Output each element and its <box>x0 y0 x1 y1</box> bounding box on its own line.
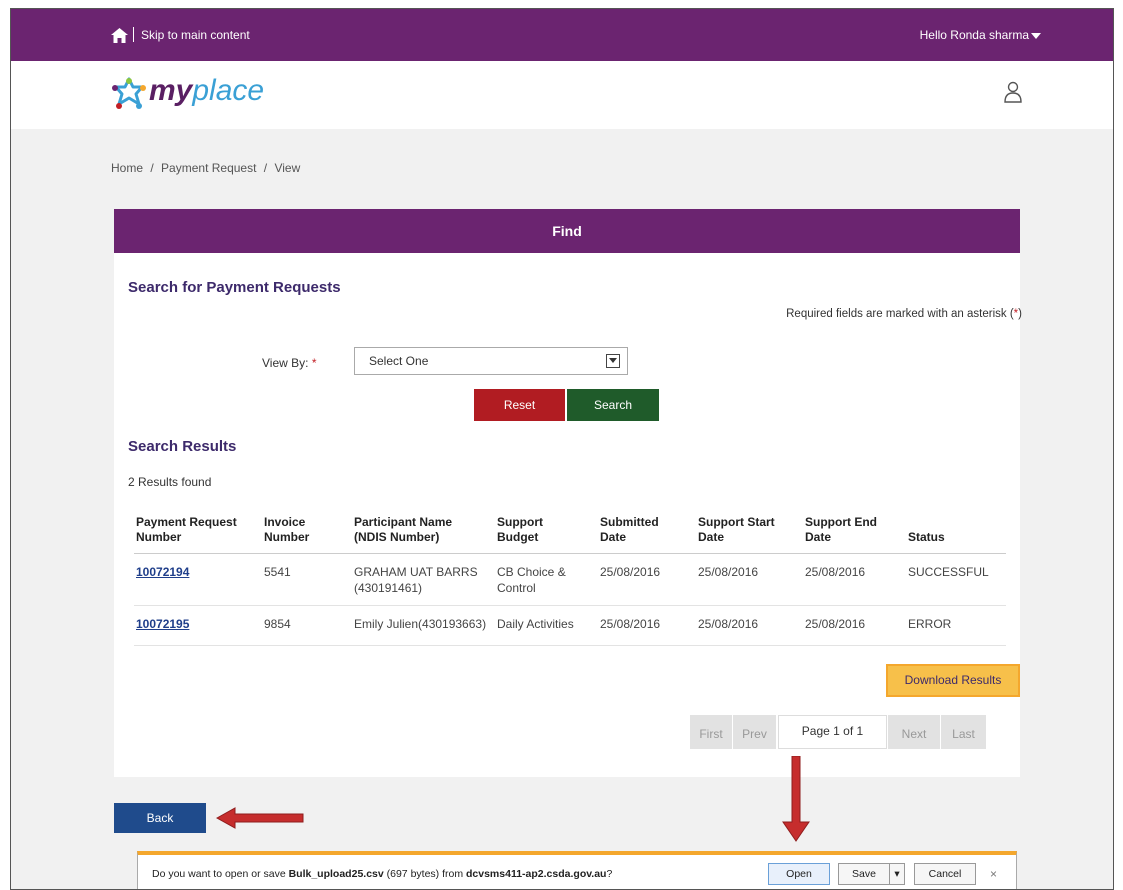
table-header-row: Payment Request Number Invoice Number Part… <box>134 511 1006 554</box>
myplace-logo[interactable]: myplace <box>149 74 264 108</box>
participant-cell: GRAHAM UAT BARRS (430191461) <box>352 553 495 606</box>
divider <box>133 27 134 42</box>
column-header[interactable]: Support End Date <box>803 511 906 554</box>
view-by-asterisk: * <box>311 356 317 370</box>
status-cell: ERROR <box>906 605 1006 646</box>
download-results-button[interactable]: Download Results <box>886 664 1020 697</box>
user-greeting-menu[interactable]: Hello Ronda sharma <box>920 28 1029 42</box>
required-fields-note: Required fields are marked with an aster… <box>786 308 1022 320</box>
back-button[interactable]: Back <box>114 803 206 833</box>
page-indicator: Page 1 of 1 <box>778 715 887 749</box>
prev-page-button[interactable]: Prev <box>733 715 776 749</box>
start-date-cell: 25/08/2016 <box>696 553 803 606</box>
cancel-button[interactable]: Cancel <box>914 863 976 885</box>
participant-cell: Emily Julien(430193663) <box>352 605 495 646</box>
download-host: dcvsms411-ap2.csda.gov.au <box>466 868 607 880</box>
breadcrumb-separator: / <box>150 161 154 175</box>
breadcrumb-home[interactable]: Home <box>111 161 143 175</box>
home-icon[interactable] <box>111 28 128 43</box>
column-header[interactable]: Support Budget <box>495 511 598 554</box>
view-by-label: View By: * <box>262 356 316 370</box>
save-options-chevron-down-icon[interactable]: ▾ <box>889 863 905 885</box>
budget-cell: Daily Activities <box>495 605 598 646</box>
logo-place: place <box>192 74 265 107</box>
table-row: 10072194 5541 GRAHAM UAT BARRS (430191461… <box>134 553 1006 606</box>
end-date-cell: 25/08/2016 <box>803 605 906 646</box>
download-notification-bar: Do you want to open or save Bulk_upload2… <box>137 851 1017 889</box>
site-header: myplace <box>11 61 1113 129</box>
top-bar: Skip to main content Hello Ronda sharma <box>11 9 1113 61</box>
column-header[interactable]: Invoice Number <box>262 511 352 554</box>
results-table: Payment Request Number Invoice Number Part… <box>134 511 1006 646</box>
chevron-down-icon[interactable] <box>606 354 620 368</box>
required-close: ) <box>1018 308 1022 320</box>
budget-cell: CB Choice & Control <box>495 553 598 606</box>
close-icon[interactable]: × <box>990 867 997 881</box>
start-date-cell: 25/08/2016 <box>696 605 803 646</box>
reset-button[interactable]: Reset <box>474 389 565 421</box>
submitted-cell: 25/08/2016 <box>598 605 696 646</box>
user-profile-icon[interactable] <box>1003 81 1023 103</box>
view-by-text: View By: <box>262 356 309 370</box>
skip-link[interactable]: Skip to main content <box>141 28 250 42</box>
download-prompt-message: Do you want to open or save Bulk_upload2… <box>152 868 613 880</box>
first-page-button[interactable]: First <box>690 715 732 749</box>
logo-my: my <box>149 74 193 107</box>
column-header[interactable]: Status <box>906 511 1006 554</box>
breadcrumb: Home / Payment Request / View <box>111 161 304 175</box>
status-cell: SUCCESSFUL <box>906 553 1006 606</box>
find-header: Find <box>114 209 1020 253</box>
next-page-button[interactable]: Next <box>888 715 940 749</box>
download-filename: Bulk_upload25.csv <box>288 868 384 880</box>
results-count: 2 Results found <box>128 475 212 489</box>
view-by-select[interactable]: Select One <box>354 347 628 375</box>
column-header[interactable]: Submitted Date <box>598 511 696 554</box>
required-text: Required fields are marked with an aster… <box>786 308 1014 320</box>
breadcrumb-payment-request[interactable]: Payment Request <box>161 161 256 175</box>
down-arrow-annotation <box>782 756 810 842</box>
find-panel: Find Search for Payment Requests Require… <box>114 209 1022 777</box>
breadcrumb-view: View <box>274 161 301 175</box>
column-header[interactable]: Participant Name (NDIS Number) <box>352 511 495 554</box>
end-date-cell: 25/08/2016 <box>803 553 906 606</box>
search-button[interactable]: Search <box>567 389 659 421</box>
search-section-title: Search for Payment Requests <box>128 279 341 296</box>
submitted-cell: 25/08/2016 <box>598 553 696 606</box>
payment-request-link[interactable]: 10072194 <box>136 565 189 579</box>
payment-request-link[interactable]: 10072195 <box>136 617 189 631</box>
last-page-button[interactable]: Last <box>941 715 986 749</box>
browser-frame: Skip to main content Hello Ronda sharma … <box>10 8 1114 890</box>
chevron-down-icon[interactable] <box>1031 33 1041 39</box>
search-results-title: Search Results <box>128 438 237 455</box>
myplace-logo-icon[interactable] <box>111 77 147 111</box>
view-by-value: Select One <box>369 354 429 368</box>
table-row: 10072195 9854 Emily Julien(430193663) Da… <box>134 605 1006 646</box>
left-arrow-annotation <box>215 807 304 829</box>
save-button[interactable]: Save <box>838 863 890 885</box>
invoice-cell: 5541 <box>262 553 352 606</box>
invoice-cell: 9854 <box>262 605 352 646</box>
open-button[interactable]: Open <box>768 863 830 885</box>
breadcrumb-separator: / <box>263 161 268 175</box>
column-header[interactable]: Payment Request Number <box>134 511 262 554</box>
column-header[interactable]: Support Start Date <box>696 511 803 554</box>
